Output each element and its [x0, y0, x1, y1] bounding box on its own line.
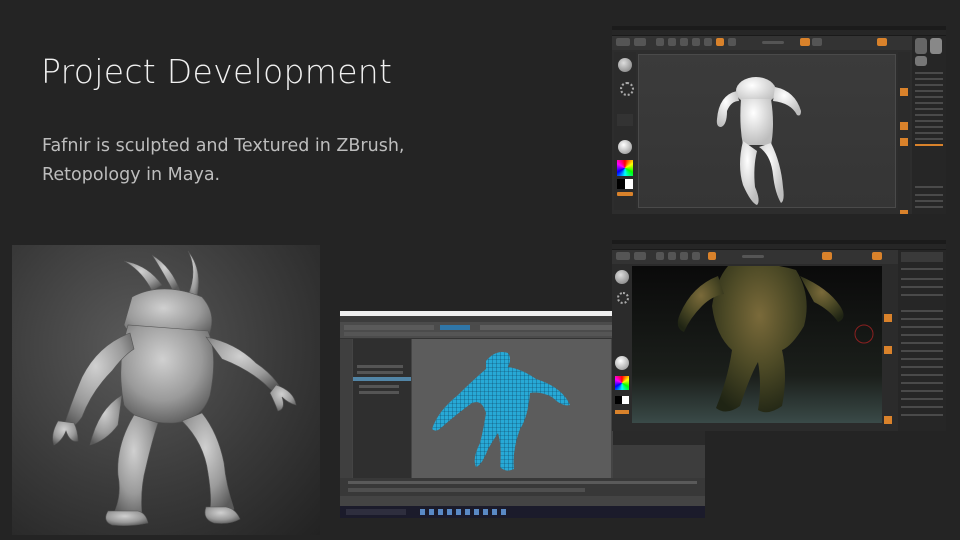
zbrush-basemesh-screenshot: [612, 26, 946, 214]
fafnir-sculpt-figure: [52, 250, 297, 526]
zbrush-canvas: [632, 263, 884, 423]
fafnir-grey-sculpt-render: [12, 245, 320, 535]
body-line-2: Retopology in Maya.: [42, 165, 221, 185]
maya-timeline: [340, 478, 705, 496]
zbrush-canvas: [638, 54, 896, 208]
windows-taskbar: [340, 506, 705, 518]
zbrush-tool-panel: [912, 36, 946, 214]
slide-title: Project Development: [41, 52, 393, 91]
zbrush-tool-panel: [898, 250, 946, 431]
zbrush-textured-screenshot: [612, 240, 946, 431]
zbrush-right-shelf: [882, 266, 894, 427]
body-line-1: Fafnir is sculpted and Textured in ZBrus…: [42, 136, 405, 156]
zbrush-left-shelf: [614, 266, 630, 427]
retopo-mesh-figure: [432, 352, 570, 471]
maya-viewport: [412, 339, 611, 478]
maya-toolbox: [340, 339, 352, 478]
basemesh-figure: [716, 77, 801, 205]
zbrush-right-shelf: [898, 52, 910, 214]
slide-body: Fafnir is sculpted and Textured in ZBrus…: [42, 132, 482, 190]
zbrush-toolbar: [612, 250, 946, 264]
maya-outliner: [353, 339, 411, 478]
zbrush-left-shelf: [614, 52, 636, 210]
zbrush-toolbar: [612, 36, 946, 50]
textured-fafnir-figure: [677, 263, 874, 413]
